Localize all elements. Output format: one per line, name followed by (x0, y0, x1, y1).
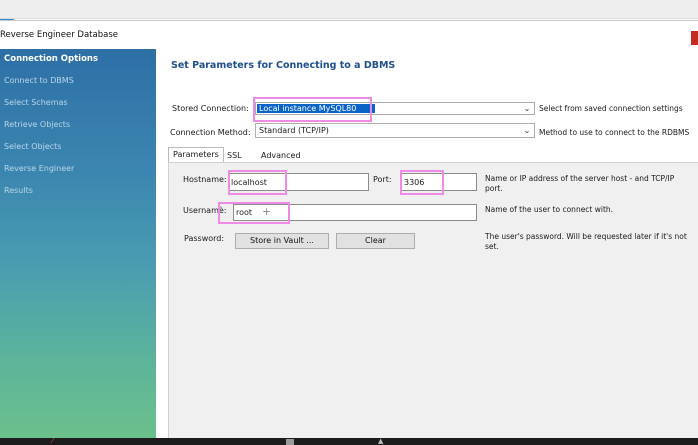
sidebar-item-reverse-engineer: Reverse Engineer (4, 164, 75, 173)
page-title: Set Parameters for Connecting to a DBMS (171, 60, 396, 71)
sidebar-item-select-schemas: Select Schemas (4, 98, 68, 107)
username-input[interactable]: root + (233, 204, 477, 221)
top-divider (0, 18, 698, 19)
port-input[interactable]: 3306 (401, 173, 477, 191)
sidebar-item-select-objects: Select Objects (4, 142, 62, 151)
wizard-sidebar: Connection Options Connect to DBMS Selec… (0, 49, 156, 438)
top-divider-2 (0, 20, 698, 21)
connection-method-label: Connection Method: (170, 128, 251, 137)
dropdown-arrow-icon[interactable]: ⌄ (522, 104, 532, 113)
stored-connection-label: Stored Connection: (172, 104, 249, 113)
stored-connection-value: Local instance MySQL80 (259, 104, 357, 113)
username-help: Name of the user to connect with. (485, 205, 614, 214)
hostname-label: Hostname: (183, 175, 227, 184)
taskbar-app-icon[interactable]: ▲ (378, 438, 383, 445)
username-value: root (236, 208, 253, 217)
clear-password-button[interactable]: Clear (336, 233, 415, 249)
tab-bar: Parameters SSL Advanced (166, 147, 698, 162)
sidebar-item-connect-to-dbms: Connect to DBMS (4, 76, 74, 85)
close-icon[interactable] (691, 31, 698, 45)
hostname-input[interactable]: localhost (228, 173, 369, 191)
stored-connection-select[interactable]: Local instance MySQL80 ⌄ (255, 102, 535, 115)
password-label: Password: (184, 234, 225, 243)
window-title: Reverse Engineer Database (0, 30, 118, 40)
taskbar-app-icon[interactable] (286, 439, 294, 445)
hostname-value: localhost (231, 178, 267, 187)
port-label: Port: (373, 175, 392, 184)
hostname-port-help: Name or IP address of the server host - … (485, 174, 675, 193)
connection-method-help: Method to use to connect to the RDBMS (539, 128, 690, 137)
connection-method-value: Standard (TCP/IP) (259, 126, 329, 135)
tab-parameters[interactable]: Parameters (168, 147, 224, 162)
cursor-cross-icon: + (262, 205, 272, 218)
sidebar-item-results: Results (4, 186, 33, 195)
dropdown-arrow-icon[interactable]: ⌄ (522, 126, 532, 135)
top-band (0, 0, 698, 18)
tab-advanced[interactable]: Advanced (257, 149, 305, 162)
username-label: Usernamè: (183, 206, 227, 215)
sidebar-item-retrieve-objects: Retrieve Objects (4, 120, 71, 129)
sidebar-item-connection-options: Connection Options (4, 54, 99, 64)
tab-ssl[interactable]: SSL (223, 149, 246, 162)
store-in-vault-button[interactable]: Store in Vault ... (235, 233, 329, 249)
password-help: The user's password. Will be requested l… (485, 232, 687, 251)
stored-connection-help: Select from saved connection settings (539, 104, 683, 113)
connection-method-select[interactable]: Standard (TCP/IP) ⌄ (255, 123, 535, 138)
taskbar-app-icon[interactable]: ⁄ (52, 438, 53, 445)
port-value: 3306 (404, 178, 425, 187)
taskbar (0, 438, 698, 445)
